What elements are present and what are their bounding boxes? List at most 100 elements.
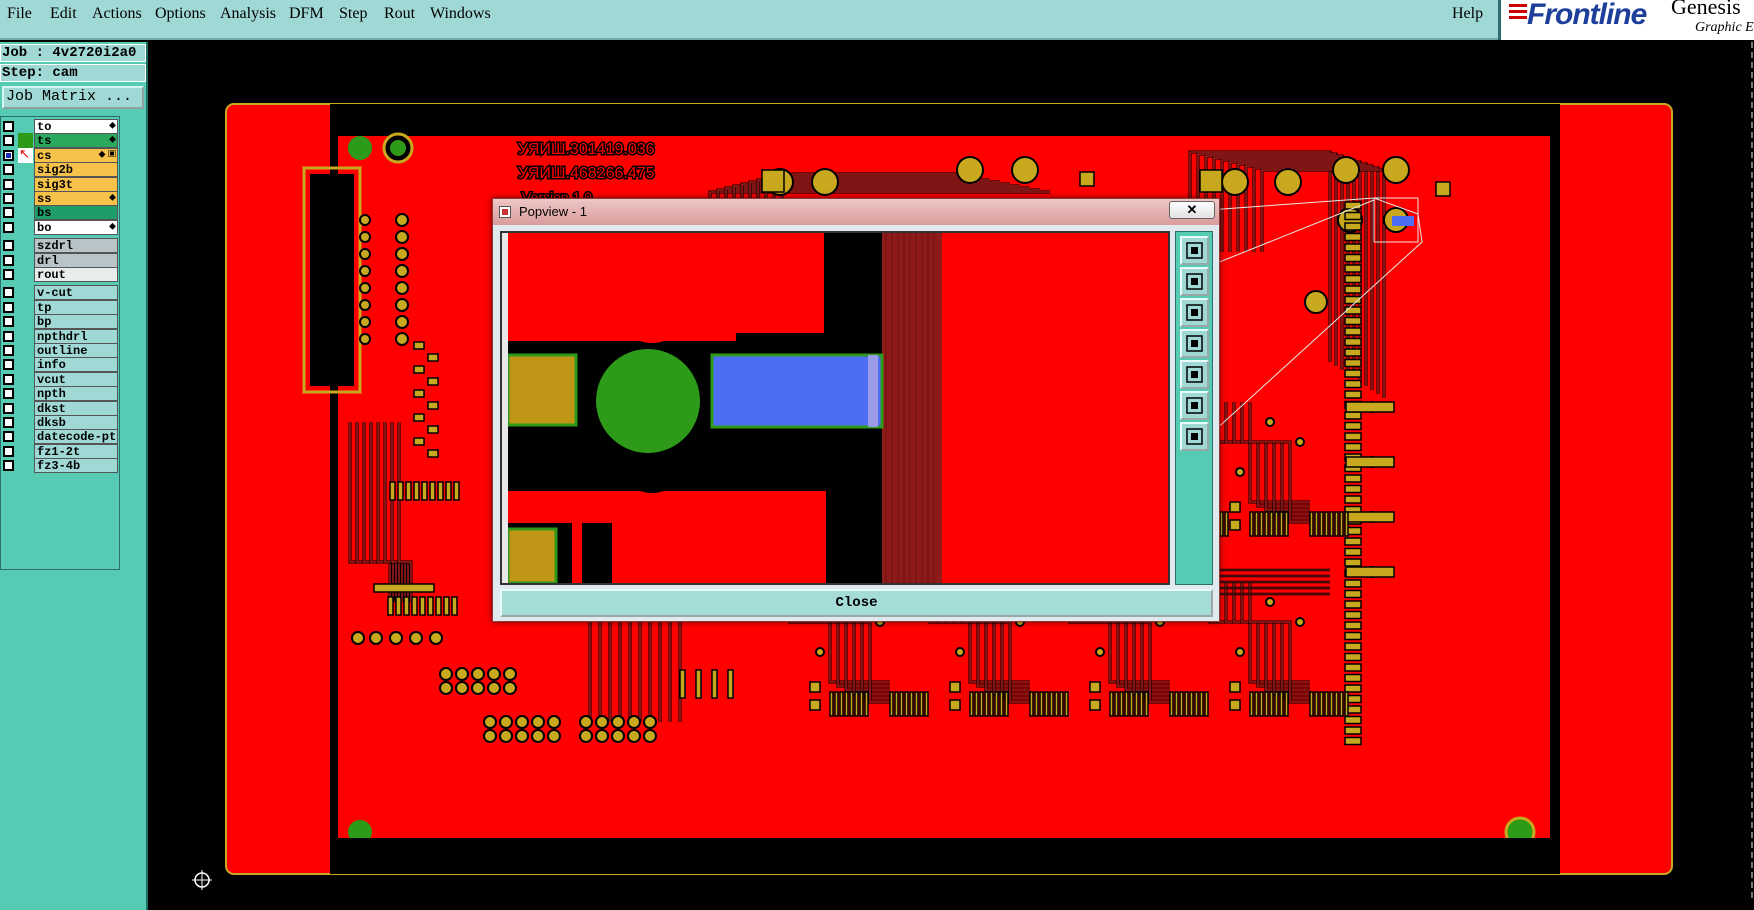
menu-rout[interactable]: Rout <box>384 5 415 23</box>
layer-row-bo[interactable]: bo ⬥ <box>1 219 119 235</box>
layer-checkbox[interactable] <box>3 373 14 385</box>
layer-row-tp[interactable]: tp <box>1 299 119 315</box>
close-button[interactable]: Close <box>500 589 1213 617</box>
pan-up-icon[interactable] <box>1180 267 1209 296</box>
menu-file[interactable]: File <box>7 5 32 23</box>
layer-checkbox[interactable] <box>3 240 14 252</box>
layer-row-bs[interactable]: bs <box>1 205 119 221</box>
layer-row-cs[interactable]: ↖ cs ⬥ ▣ <box>1 146 119 163</box>
layer-name[interactable]: v-cut <box>34 285 118 301</box>
layer-row-szdrl[interactable]: szdrl <box>1 238 119 254</box>
layer-row-outline[interactable]: outline <box>1 343 119 358</box>
pan-down-icon[interactable] <box>1180 298 1209 327</box>
layer-row-info[interactable]: info <box>1 357 119 373</box>
layer-row-datecode-pt[interactable]: datecode-pt <box>1 429 119 445</box>
pan-right-icon[interactable] <box>1180 360 1209 389</box>
close-window-button[interactable]: ✕ <box>1169 201 1215 219</box>
layer-row-to[interactable]: to ⬥ <box>1 119 119 134</box>
layer-checkbox[interactable] <box>3 388 14 400</box>
layer-row-drl[interactable]: drl <box>1 252 119 268</box>
layer-name[interactable]: ts <box>34 133 118 149</box>
layer-name[interactable]: dksb <box>34 415 118 430</box>
layer-checkbox[interactable] <box>3 135 14 147</box>
layer-color-swatch <box>18 458 33 473</box>
popview-titlebar[interactable]: Popview - 1 ✕ <box>493 199 1219 225</box>
popview-graphics[interactable] <box>502 233 1168 583</box>
layer-row-bp[interactable]: bp <box>1 314 119 330</box>
layer-name[interactable]: datecode-pt <box>34 429 118 445</box>
layer-panel: Job : 4v2720i2a0 Step: cam Job Matrix ..… <box>0 42 148 910</box>
layer-checkbox[interactable] <box>3 287 14 299</box>
layer-name[interactable]: info <box>34 357 118 373</box>
layer-name[interactable]: rout <box>34 267 118 282</box>
layer-checkbox[interactable] <box>3 345 14 356</box>
layer-name[interactable]: sig2b <box>34 162 118 178</box>
menu-dfm[interactable]: DFM <box>289 5 324 23</box>
menu-analysis[interactable]: Analysis <box>220 5 276 23</box>
layer-checkbox[interactable] <box>3 207 14 219</box>
layer-row-dksb[interactable]: dksb <box>1 415 119 430</box>
layer-checkbox[interactable] <box>3 402 14 414</box>
layer-checkbox[interactable] <box>3 178 14 190</box>
job-matrix-button[interactable]: Job Matrix ... <box>2 86 144 109</box>
menu-edit[interactable]: Edit <box>50 5 77 23</box>
layer-name[interactable]: dkst <box>34 400 118 416</box>
layer-checkbox[interactable] <box>3 121 14 132</box>
zoom-home-icon[interactable] <box>1180 236 1209 265</box>
layer-row-fz3-4b[interactable]: fz3-4b <box>1 458 119 474</box>
layer-name[interactable]: fz1-2t <box>34 443 118 459</box>
layer-name[interactable]: bo <box>34 219 118 235</box>
layer-color-swatch <box>18 329 33 344</box>
layer-row-rout[interactable]: rout <box>1 267 119 282</box>
layer-row-ss[interactable]: ss ⬥ <box>1 191 119 206</box>
layer-checkbox[interactable] <box>3 149 14 161</box>
menu-step[interactable]: Step <box>339 5 367 23</box>
layer-name[interactable]: fz3-4b <box>34 458 118 474</box>
layer-checkbox[interactable] <box>3 193 14 204</box>
zoom-center-icon[interactable] <box>1180 422 1209 451</box>
layer-name[interactable]: bp <box>34 314 118 330</box>
menu-help[interactable]: Help <box>1452 5 1483 23</box>
layer-checkbox[interactable] <box>3 445 14 457</box>
layer-name[interactable]: drl <box>34 252 118 268</box>
zoom-fit-icon[interactable] <box>1180 391 1209 420</box>
layer-name[interactable]: bs <box>34 205 118 221</box>
layer-name[interactable]: vcut <box>34 371 118 387</box>
layer-name[interactable]: szdrl <box>34 238 118 254</box>
layer-row-npth[interactable]: npth <box>1 386 119 402</box>
layer-name[interactable]: ss <box>34 191 118 206</box>
layer-row-npthdrl[interactable]: npthdrl <box>1 328 119 344</box>
layer-row-v-cut[interactable]: v-cut <box>1 285 119 301</box>
layer-name[interactable]: tp <box>34 299 118 315</box>
layer-checkbox[interactable] <box>3 301 14 313</box>
layer-row-vcut[interactable]: vcut <box>1 371 119 387</box>
layer-color-swatch <box>18 401 33 416</box>
smd-pad <box>506 353 578 427</box>
layer-checkbox[interactable] <box>3 164 14 176</box>
layer-checkbox[interactable] <box>3 417 14 428</box>
menu-actions[interactable]: Actions <box>92 5 142 23</box>
layer-name[interactable]: npth <box>34 386 118 402</box>
layer-checkbox[interactable] <box>3 330 14 342</box>
layer-row-dkst[interactable]: dkst <box>1 400 119 416</box>
layer-row-sig3t[interactable]: sig3t <box>1 176 119 192</box>
menu-windows[interactable]: Windows <box>430 5 491 23</box>
layer-checkbox[interactable] <box>3 316 14 328</box>
layer-checkbox[interactable] <box>3 431 14 443</box>
layer-checkbox[interactable] <box>3 254 14 266</box>
layer-name[interactable]: sig3t <box>34 176 118 192</box>
layer-checkbox[interactable] <box>3 221 14 233</box>
layer-color-swatch <box>18 191 33 206</box>
origin-marker-icon <box>192 870 212 890</box>
layer-checkbox[interactable] <box>3 269 14 280</box>
layer-row-sig2b[interactable]: sig2b <box>1 162 119 178</box>
layer-checkbox[interactable] <box>3 460 14 472</box>
popview-canvas[interactable] <box>500 231 1170 585</box>
layer-name[interactable]: to <box>34 119 118 134</box>
layer-row-fz1-2t[interactable]: fz1-2t <box>1 443 119 459</box>
layer-checkbox[interactable] <box>3 359 14 371</box>
menu-options[interactable]: Options <box>155 5 206 23</box>
pan-left-icon[interactable] <box>1180 329 1209 358</box>
layer-name[interactable]: npthdrl <box>34 328 118 344</box>
layer-name[interactable]: outline <box>34 343 118 358</box>
